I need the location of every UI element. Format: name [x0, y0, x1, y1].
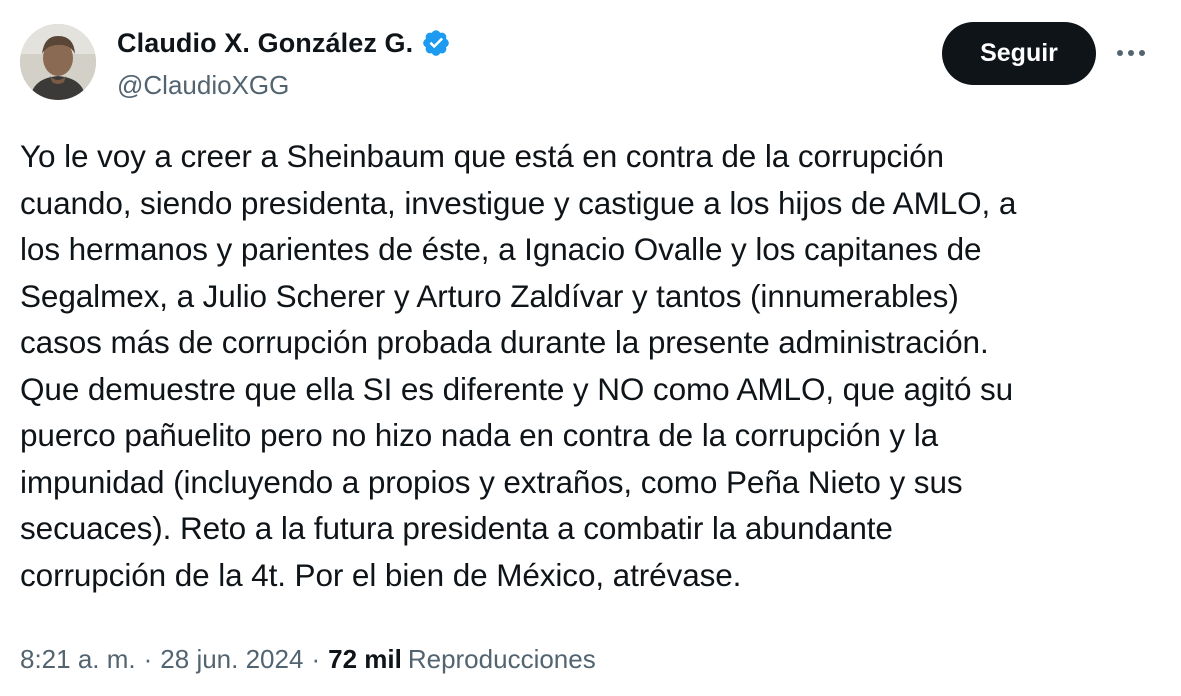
tweet-line: corrupción de la 4t. Por el bien de Méxi…: [20, 556, 742, 593]
tweet-line: secuaces). Reto a la futura presidenta a…: [20, 510, 893, 546]
tweet-text: Yo le voy a creer a Sheinbaum que está e…: [20, 133, 1160, 598]
tweet-metadata: 8:21 a. m. · 28 jun. 2024 · 72 mil Repro…: [20, 644, 596, 675]
author-handle[interactable]: @ClaudioXGG: [117, 70, 451, 101]
meta-separator: ·: [311, 644, 321, 674]
tweet-line: cuando, siendo presidenta, investigue y …: [20, 184, 1017, 221]
follow-button[interactable]: Seguir: [942, 22, 1096, 85]
tweet-line: puerco pañuelito pero no hizo nada en co…: [20, 417, 939, 453]
tweet-line: Que demuestre que ella SI es diferente y…: [20, 370, 1014, 407]
author-name-row: Claudio X. González G.: [117, 26, 451, 60]
tweet-line: Segalmex, a Julio Scherer y Arturo Zaldí…: [20, 277, 959, 314]
avatar[interactable]: [20, 24, 96, 100]
verified-badge-icon[interactable]: [421, 28, 451, 58]
author-info: Claudio X. González G. @ClaudioXGG: [117, 26, 451, 101]
tweet-line: casos más de corrupción probada durante …: [20, 324, 989, 360]
tweet-time[interactable]: 8:21 a. m.: [20, 644, 136, 675]
views-label: Reproducciones: [407, 644, 596, 674]
tweet-date[interactable]: 28 jun. 2024: [160, 644, 303, 675]
views-count: 72 mil: [328, 644, 402, 674]
tweet-line: los hermanos y parientes de éste, a Igna…: [20, 231, 982, 267]
tweet-line: Yo le voy a creer a Sheinbaum que está e…: [20, 138, 944, 174]
more-options-icon[interactable]: [1114, 38, 1148, 68]
avatar-photo: [20, 24, 96, 100]
meta-separator: ·: [143, 644, 153, 674]
tweet-line: impunidad (incluyendo a propios y extrañ…: [20, 463, 963, 500]
author-display-name[interactable]: Claudio X. González G.: [117, 28, 413, 59]
